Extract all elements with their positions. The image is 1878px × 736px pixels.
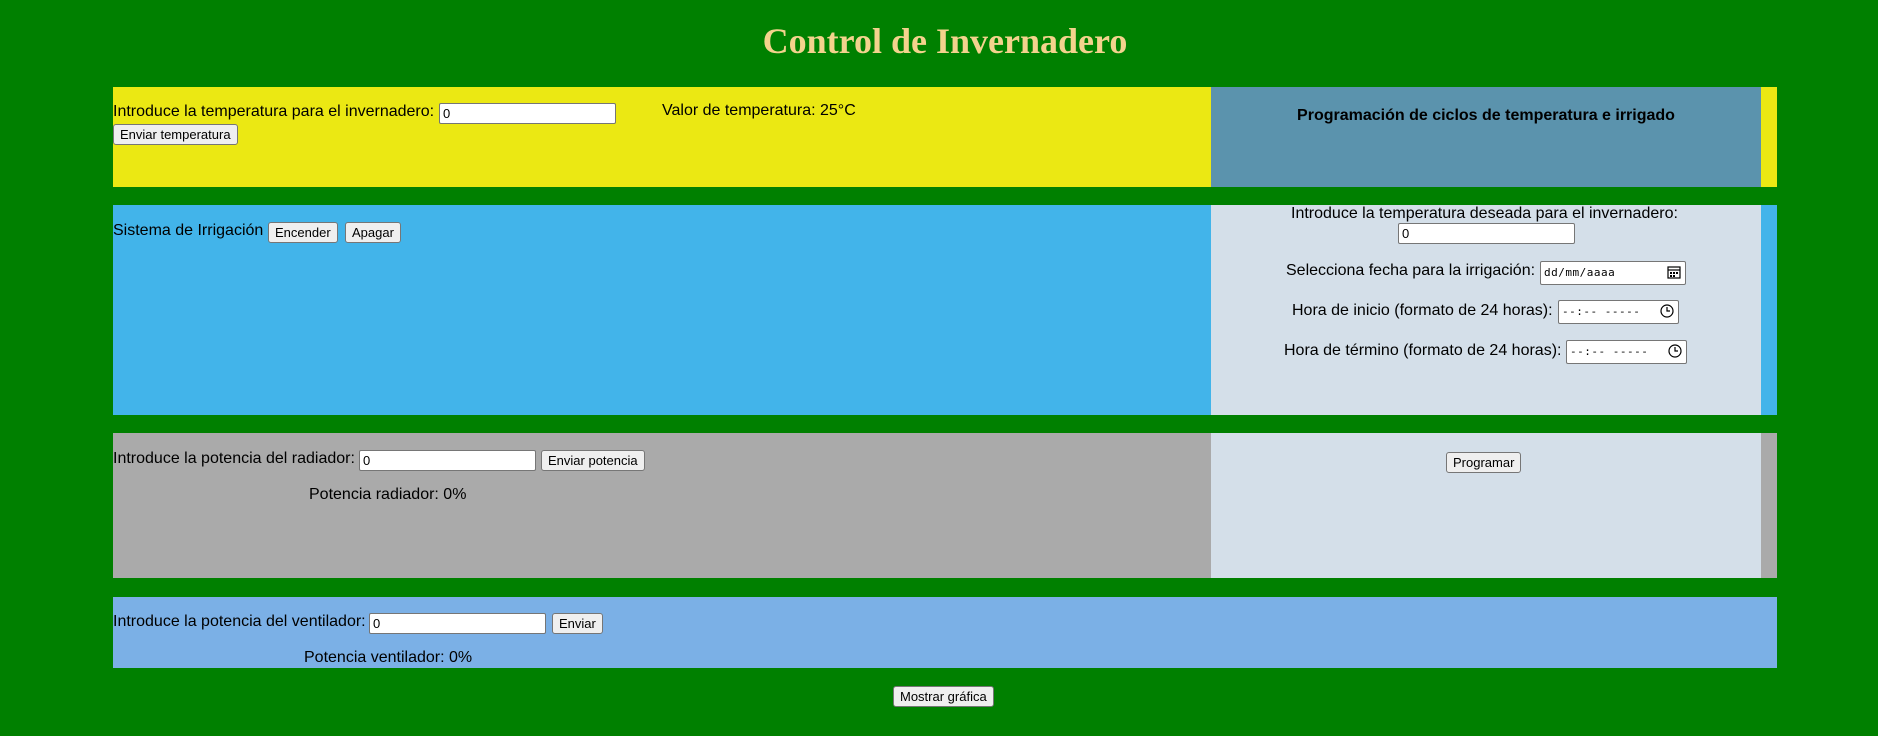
radiator-section: Introduce la potencia del radiador: 0 En… <box>113 433 1777 578</box>
send-radiator-power-button[interactable]: Enviar potencia <box>541 450 645 471</box>
temperature-value: Valor de temperatura: 25°C <box>662 102 856 119</box>
temperature-label: Introduce la temperatura para el inverna… <box>113 103 435 120</box>
end-time-field[interactable]: --:-- ----- <box>1566 340 1687 364</box>
fan-section: Introduce la potencia del ventilador: 0 … <box>113 597 1777 668</box>
temperature-input[interactable]: 0 <box>439 103 616 124</box>
irrigation-date-field[interactable]: dd/mm/aaaa <box>1540 261 1686 285</box>
desired-temperature-label: Introduce la temperatura deseada para el… <box>1291 205 1678 222</box>
calendar-icon[interactable] <box>1667 265 1681 279</box>
radiator-label: Introduce la potencia del radiador: <box>113 450 355 467</box>
end-time-placeholder: --:-- ----- <box>1570 345 1649 358</box>
send-fan-power-button[interactable]: Enviar <box>552 613 603 634</box>
show-chart-button[interactable]: Mostrar gráfica <box>893 686 994 707</box>
end-time-label: Hora de término (formato de 24 horas): <box>1284 342 1562 359</box>
desired-temperature-input[interactable]: 0 <box>1398 223 1575 244</box>
start-time-label: Hora de inicio (formato de 24 horas): <box>1292 302 1553 319</box>
start-time-field[interactable]: --:-- ----- <box>1558 300 1679 324</box>
fan-label: Introduce la potencia del ventilador: <box>113 613 366 630</box>
irrigation-date-label: Selecciona fecha para la irrigación: <box>1286 262 1536 279</box>
page-title: Control de Invernadero <box>762 21 1128 61</box>
schedule-actions-panel: Programar <box>1211 433 1761 578</box>
irrigation-label: Sistema de Irrigación <box>113 222 264 239</box>
schedule-form-panel: Introduce la temperatura deseada para el… <box>1211 205 1761 415</box>
date-placeholder: dd/mm/aaaa <box>1544 266 1616 279</box>
radiator-power-input[interactable]: 0 <box>359 450 536 471</box>
irrigation-off-button[interactable]: Apagar <box>345 222 401 243</box>
temperature-section: Introduce la temperatura para el inverna… <box>113 87 1777 187</box>
send-temperature-button[interactable]: Enviar temperatura <box>113 124 238 145</box>
start-time-placeholder: --:-- ----- <box>1562 305 1641 318</box>
irrigation-section: Sistema de Irrigación Encender Apagar In… <box>113 205 1777 415</box>
program-button[interactable]: Programar <box>1446 452 1522 473</box>
clock-icon[interactable] <box>1660 304 1674 318</box>
fan-status: Potencia ventilador: 0% <box>304 649 473 666</box>
fan-power-input[interactable]: 0 <box>369 613 546 634</box>
schedule-header-panel: Programación de ciclos de temperatura e … <box>1211 87 1761 187</box>
clock-icon[interactable] <box>1668 344 1682 358</box>
irrigation-on-button[interactable]: Encender <box>268 222 338 243</box>
radiator-status: Potencia radiador: 0% <box>309 486 467 503</box>
schedule-heading: Programación de ciclos de temperatura e … <box>1297 107 1675 124</box>
